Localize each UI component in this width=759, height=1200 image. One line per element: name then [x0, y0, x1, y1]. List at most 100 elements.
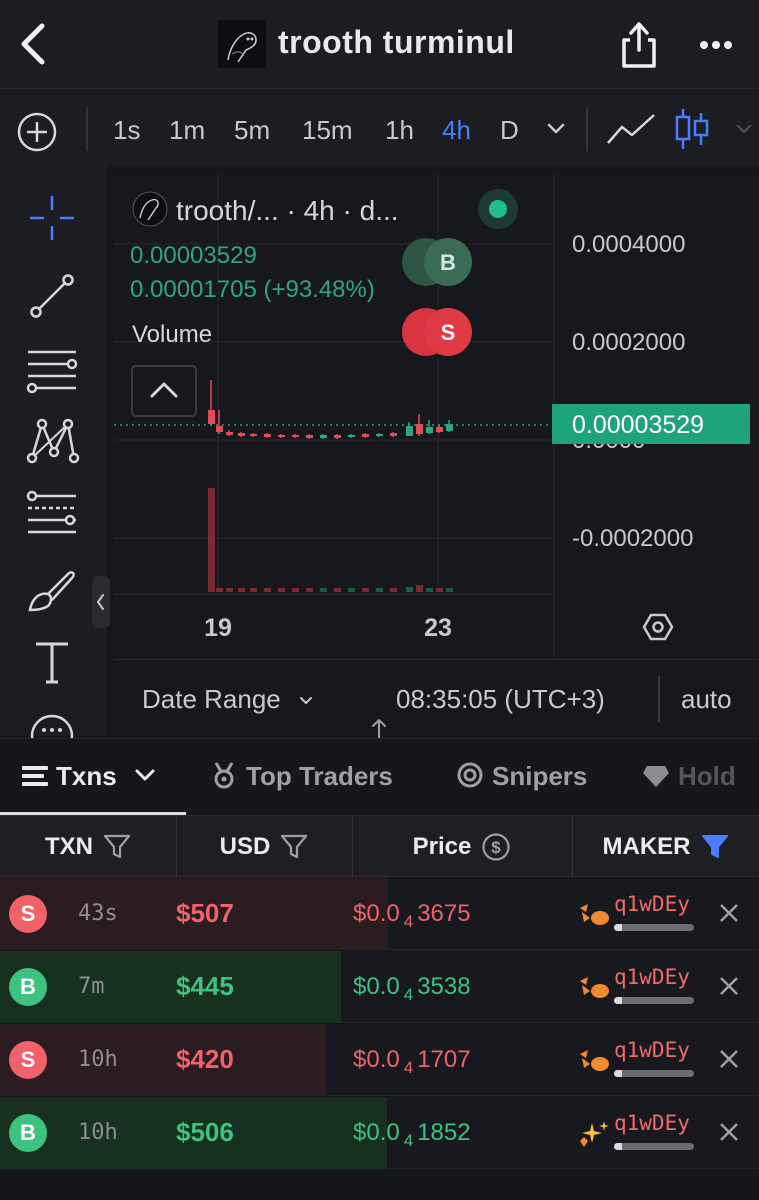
- column-header-price-label: Price: [412, 833, 472, 860]
- txn-type-badge: B: [9, 968, 47, 1006]
- timeframe-5m[interactable]: 5m: [234, 115, 270, 146]
- price-digits: 3675: [417, 900, 471, 927]
- back-arrow-icon[interactable]: [14, 20, 54, 68]
- toolbar-collapse-handle[interactable]: [92, 576, 110, 628]
- maker-holding-bar: [614, 924, 694, 931]
- timeframe-1s[interactable]: 1s: [113, 115, 140, 146]
- chart-footer: Date Range 08:35:05 (UTC+3) auto: [114, 659, 759, 736]
- timeframe-d[interactable]: D: [500, 115, 519, 146]
- close-icon[interactable]: [716, 973, 742, 999]
- fish-icon: [580, 1050, 609, 1071]
- close-icon[interactable]: [716, 1046, 742, 1072]
- chevron-down-icon: [300, 697, 312, 705]
- candle-body: [406, 426, 413, 436]
- timeframe-15m[interactable]: 15m: [302, 115, 353, 146]
- buy-marker-label: B: [440, 250, 456, 275]
- price-digits: 1707: [417, 1046, 471, 1073]
- price-prefix: $0.0: [353, 1119, 400, 1146]
- table-row[interactable]: B 10h $506 $0.0 4 1852 q1wDEy: [0, 1097, 759, 1169]
- sell-marker: S: [402, 308, 472, 356]
- txn-price: $0.0 4 1707: [353, 1046, 471, 1077]
- column-header-price[interactable]: Price $: [352, 816, 572, 878]
- page-title: trooth turminul: [278, 24, 515, 60]
- candle-body: [238, 433, 245, 436]
- horizontal-lines-icon[interactable]: [24, 342, 80, 398]
- txn-usd: $506: [176, 1117, 234, 1147]
- divider: [86, 107, 88, 151]
- tab-holders[interactable]: Hold: [642, 761, 736, 792]
- trend-line-icon[interactable]: [24, 268, 80, 324]
- volume-bar: [416, 585, 423, 592]
- dollar-circle-icon[interactable]: $: [481, 832, 511, 862]
- timeframe-4h[interactable]: 4h: [442, 115, 471, 146]
- filter-icon[interactable]: [280, 834, 308, 860]
- tab-txns[interactable]: Txns: [22, 761, 156, 792]
- add-indicator-icon[interactable]: [16, 111, 58, 153]
- sell-marker-label: S: [441, 320, 456, 345]
- chart-canvas: trooth/... · 4h · d... 0.00003529 0.0000…: [114, 174, 750, 659]
- column-header-txn[interactable]: TXN: [0, 816, 176, 878]
- price-zero-count: 4: [403, 1131, 414, 1150]
- maker-address[interactable]: q1wDEy: [614, 965, 690, 989]
- volume-bar: [406, 587, 413, 592]
- tab-snipers[interactable]: Snipers: [456, 761, 587, 792]
- candle-body: [426, 427, 433, 433]
- maker-address[interactable]: q1wDEy: [614, 1038, 690, 1062]
- timeframe-1m[interactable]: 1m: [169, 115, 205, 146]
- tab-top-traders[interactable]: Top Traders: [210, 761, 393, 792]
- volume-bar: [306, 588, 313, 592]
- divider: [586, 107, 588, 151]
- txn-type-badge: S: [9, 895, 47, 933]
- table-row[interactable]: S 10h $420 $0.0 4 1707 q1wDEy: [0, 1024, 759, 1096]
- auto-scale-button[interactable]: auto: [681, 684, 732, 715]
- volume-bar: [348, 588, 355, 592]
- close-icon[interactable]: [716, 900, 742, 926]
- volume-bar: [376, 588, 383, 592]
- price-chart[interactable]: trooth/... · 4h · d... 0.00003529 0.0000…: [114, 174, 759, 659]
- share-icon[interactable]: [616, 20, 662, 70]
- volume-bars: [208, 488, 453, 592]
- txn-type-badge: B: [9, 1114, 47, 1152]
- maker-holding-bar: [614, 997, 694, 1004]
- pattern-tool-icon[interactable]: [24, 412, 80, 468]
- chart-time[interactable]: 08:35:05 (UTC+3): [396, 684, 605, 715]
- volume-bar: [292, 588, 299, 592]
- filter-icon[interactable]: [103, 834, 131, 860]
- target-icon: [457, 762, 483, 788]
- column-header-usd[interactable]: USD: [176, 816, 352, 878]
- date-range-button[interactable]: Date Range: [142, 684, 316, 715]
- timeframe-1h[interactable]: 1h: [385, 115, 414, 146]
- volume-bar: [426, 588, 433, 592]
- close-icon[interactable]: [716, 1119, 742, 1145]
- maker-address[interactable]: q1wDEy: [614, 892, 690, 916]
- current-price: 0.00003529: [130, 242, 257, 269]
- txn-usd: $507: [176, 898, 234, 928]
- txn-usd: $420: [176, 1044, 234, 1074]
- row-volume-bar: [0, 1024, 326, 1096]
- fib-retracement-icon[interactable]: [24, 486, 80, 542]
- column-header-maker[interactable]: MAKER: [572, 816, 759, 878]
- more-options-icon[interactable]: [696, 28, 736, 62]
- brush-icon[interactable]: [24, 562, 80, 618]
- x-tick: 19: [204, 614, 232, 642]
- y-tick: 0.0004000: [572, 231, 685, 258]
- table-row[interactable]: S 43s $507 $0.0 4 3675 q1wDEy: [0, 878, 759, 950]
- maker-address[interactable]: q1wDEy: [614, 1111, 690, 1135]
- table-row[interactable]: B 7m $445 $0.0 4 3538 q1wDEy: [0, 951, 759, 1023]
- chart-type-chevron-down-icon[interactable]: [734, 119, 754, 139]
- candlestick-chart-icon[interactable]: [672, 107, 712, 151]
- price-zero-count: 4: [403, 912, 414, 931]
- timeframe-chevron-down-icon[interactable]: [546, 119, 566, 139]
- txn-usd: $445: [176, 971, 234, 1001]
- line-chart-icon[interactable]: [606, 111, 656, 147]
- candle-body: [208, 410, 215, 424]
- activity-tabs: Txns Top Traders Snipers Hold: [0, 738, 759, 815]
- drawing-toolbar: [0, 166, 110, 758]
- bottom-spacer: [0, 1170, 759, 1200]
- price-prefix: $0.0: [353, 900, 400, 927]
- tab-holders-label: Hold: [678, 761, 736, 791]
- text-tool-icon[interactable]: [24, 634, 80, 690]
- filter-active-icon[interactable]: [701, 834, 729, 860]
- crosshair-icon[interactable]: [24, 190, 80, 246]
- last-price-tag-label: 0.00003529: [572, 411, 704, 439]
